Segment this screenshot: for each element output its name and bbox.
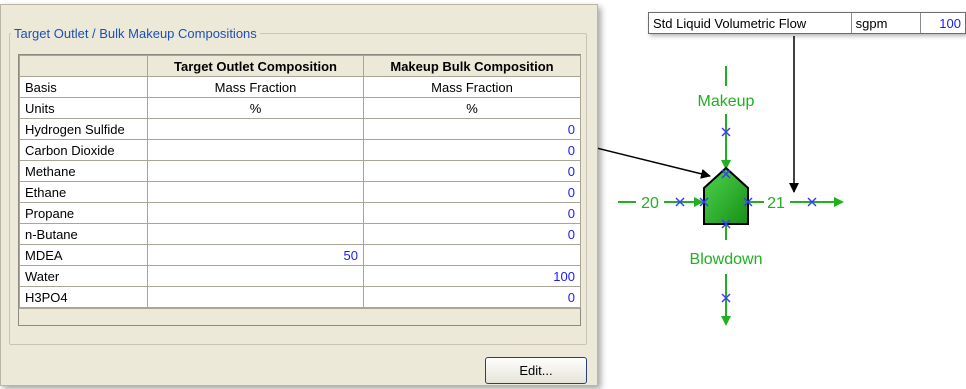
target-cell[interactable] [147,139,364,161]
table-row: H3PO4 0 [19,286,581,308]
target-cell[interactable]: 50 [147,244,364,266]
row-label: Hydrogen Sulfide [19,118,148,140]
callout-arrow-composition [598,147,711,179]
property-value[interactable]: 100 [921,13,965,33]
makeup-cell[interactable]: 0 [363,139,581,161]
column-header-corner [19,55,148,77]
makeup-blowdown-unit-icon[interactable] [703,166,749,225]
makeup-cell[interactable]: 0 [363,202,581,224]
makeup-cell[interactable]: 0 [363,223,581,245]
group-title: Target Outlet / Bulk Makeup Compositions [11,26,260,41]
row-label: Ethane [19,181,148,203]
table-row: n-Butane 0 [19,223,581,245]
row-label: Water [19,265,148,287]
composition-grid: Target Outlet Composition Makeup Bulk Co… [18,54,581,326]
row-label: Carbon Dioxide [19,139,148,161]
table-row: Hydrogen Sulfide 0 [19,118,581,140]
table-header-row: Target Outlet Composition Makeup Bulk Co… [19,55,581,77]
composition-table: Target Outlet Composition Makeup Bulk Co… [19,55,581,308]
makeup-cell[interactable]: 0 [363,160,581,182]
target-cell[interactable] [147,118,364,140]
makeup-cell[interactable]: Mass Fraction [363,76,581,98]
table-row: Water 100 [19,265,581,287]
row-label: Basis [19,76,148,98]
target-cell[interactable] [147,202,364,224]
table-row: Propane 0 [19,202,581,224]
edit-button[interactable]: Edit... [485,357,587,384]
table-row: Carbon Dioxide 0 [19,139,581,161]
column-header-makeup-bulk: Makeup Bulk Composition [363,55,581,77]
makeup-cell[interactable]: 100 [363,265,581,287]
row-label: Methane [19,160,148,182]
row-label: Units [19,97,148,119]
compositions-panel: Target Outlet / Bulk Makeup Compositions… [0,4,598,386]
table-row: Ethane 0 [19,181,581,203]
target-cell[interactable]: Mass Fraction [147,76,364,98]
table-row: Units % % [19,97,581,119]
makeup-cell[interactable]: 0 [363,286,581,308]
makeup-cell[interactable]: 0 [363,181,581,203]
target-cell[interactable] [147,160,364,182]
makeup-cell[interactable] [363,244,581,266]
row-label: Propane [19,202,148,224]
property-row: Std Liquid Volumetric Flow sgpm 100 [648,12,966,34]
table-row: Methane 0 [19,160,581,182]
makeup-cell[interactable]: % [363,97,581,119]
property-unit[interactable]: sgpm [852,13,922,33]
blowdown-label: Blowdown [690,251,763,268]
row-label: n-Butane [19,223,148,245]
table-row: Basis Mass Fraction Mass Fraction [19,76,581,98]
row-label: H3PO4 [19,286,148,308]
row-label: MDEA [19,244,148,266]
grid-horizontal-scrollbar[interactable] [19,308,580,325]
makeup-cell[interactable]: 0 [363,118,581,140]
target-cell[interactable] [147,223,364,245]
property-name: Std Liquid Volumetric Flow [649,13,852,33]
flowsheet-diagram: Makeup 20 21 Blowdown [598,36,844,326]
makeup-label: Makeup [698,93,755,110]
outlet-stream-label: 21 [767,195,785,212]
target-cell[interactable] [147,181,364,203]
inlet-stream-label: 20 [641,195,659,212]
table-row: MDEA 50 [19,244,581,266]
target-cell[interactable]: % [147,97,364,119]
target-cell[interactable] [147,286,364,308]
target-cell[interactable] [147,265,364,287]
column-header-target-outlet: Target Outlet Composition [147,55,364,77]
